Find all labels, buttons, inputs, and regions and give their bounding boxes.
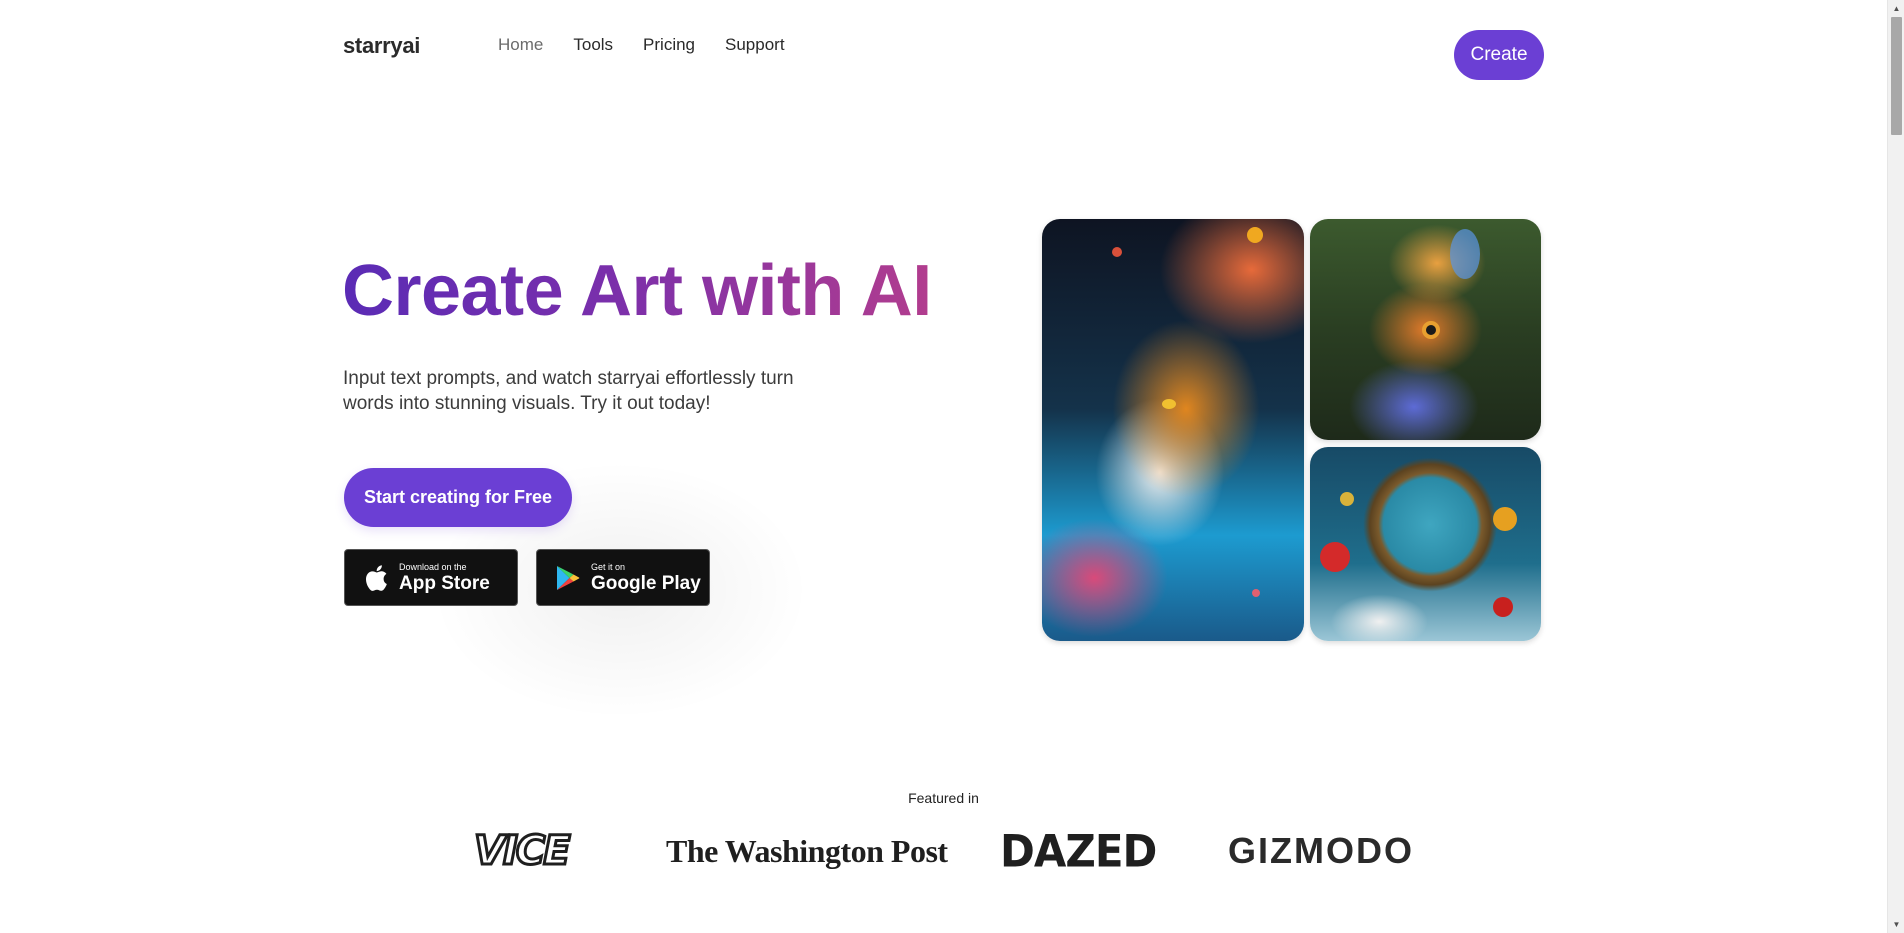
nav-pricing[interactable]: Pricing <box>643 35 695 55</box>
nav-home[interactable]: Home <box>498 35 543 55</box>
nav-tools[interactable]: Tools <box>573 35 613 55</box>
app-store-button[interactable]: Download on the App Store <box>344 549 518 606</box>
apple-detail <box>1493 507 1517 531</box>
dazed-logo: DAZED <box>1000 825 1157 877</box>
bird-artwork <box>1310 219 1541 440</box>
paint-splash <box>1252 589 1260 597</box>
nav-support[interactable]: Support <box>725 35 785 55</box>
hero-headline: Create Art with AI <box>342 251 932 331</box>
google-play-icon <box>555 563 581 593</box>
paint-splash <box>1112 247 1122 257</box>
gizmodo-logo: GIZMODO <box>1228 830 1414 871</box>
google-play-small-text: Get it on <box>591 561 626 572</box>
google-play-big-text: Google Play <box>591 572 701 594</box>
apple-detail <box>1340 492 1354 506</box>
clock-artwork <box>1310 447 1541 641</box>
apple-detail <box>1320 542 1350 572</box>
hero-subtext: Input text prompts, and watch starryai e… <box>343 368 794 414</box>
app-store-big-text: App Store <box>399 572 490 594</box>
bird-eye-detail <box>1422 321 1440 339</box>
paint-splash <box>1247 227 1263 243</box>
vice-logo: VICE <box>473 827 573 876</box>
scroll-down-arrow-icon[interactable]: ▼ <box>1888 916 1904 933</box>
apple-icon <box>363 563 389 593</box>
app-store-text: Download on the App Store <box>399 561 490 594</box>
site-logo[interactable]: starryai <box>343 33 420 59</box>
create-button[interactable]: Create <box>1454 30 1544 80</box>
google-play-text: Get it on Google Play <box>591 561 701 594</box>
apple-detail <box>1493 597 1513 617</box>
google-play-button[interactable]: Get it on Google Play <box>536 549 710 606</box>
start-creating-button[interactable]: Start creating for Free <box>344 468 572 527</box>
page-scrollbar[interactable]: ▲ ▼ <box>1887 0 1904 933</box>
scrollbar-thumb[interactable] <box>1891 17 1902 135</box>
scroll-up-arrow-icon[interactable]: ▲ <box>1888 0 1904 17</box>
tiger-artwork <box>1042 219 1304 641</box>
featured-label: Featured in <box>908 790 979 806</box>
tiger-eye-detail <box>1162 399 1176 409</box>
bird-feather-detail <box>1450 229 1480 279</box>
main-nav: Home Tools Pricing Support <box>498 35 785 55</box>
app-store-small-text: Download on the <box>399 561 467 572</box>
washington-post-logo: The Washington Post <box>666 832 948 869</box>
